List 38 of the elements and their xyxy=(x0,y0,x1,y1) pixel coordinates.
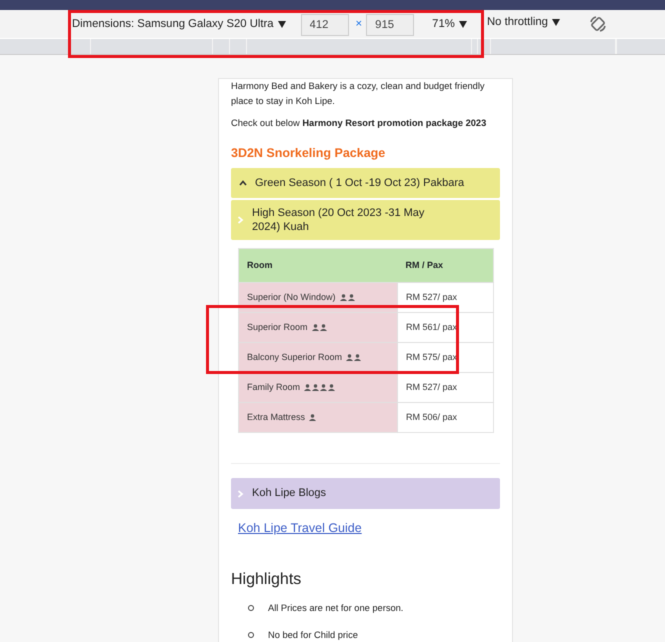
room-cell: Extra Mattress xyxy=(238,402,398,433)
caret-icon xyxy=(552,18,560,26)
price-cell: RM 575/ pax xyxy=(398,342,494,373)
column-header: RM / Pax xyxy=(398,248,494,283)
rotate-icon[interactable] xyxy=(589,15,607,33)
room-cell: Family Room xyxy=(238,372,398,403)
package-title: 3D2N Snorkeling Package xyxy=(231,145,386,162)
person-icon xyxy=(309,414,316,422)
chevron-right-icon xyxy=(236,216,244,224)
highlight-text: No bed for Child price xyxy=(268,628,358,642)
height-field[interactable]: 915 xyxy=(366,14,414,36)
room-cell: Superior Room xyxy=(238,312,398,343)
highlight-text: All Prices are net for one person. xyxy=(268,602,404,615)
zoom-dropdown[interactable]: 71% xyxy=(432,16,467,33)
price-cell: RM 561/ pax xyxy=(398,312,494,343)
section-heading: Highlights xyxy=(231,570,302,589)
width-field[interactable]: 412 xyxy=(300,14,349,36)
price-cell: RM 527/ pax xyxy=(398,372,494,403)
intro-paragraph: Harmony Bed and Bakery is a cozy, clean and budget friendly place to stay in Koh Lipe. xyxy=(231,80,486,108)
throttling-dropdown[interactable]: No throttling xyxy=(487,14,560,31)
price-cell: RM 527/ pax xyxy=(398,282,494,313)
chevron-right-icon xyxy=(236,490,244,498)
accordion-header[interactable]: Koh Lipe Blogs xyxy=(231,478,500,509)
caret-icon xyxy=(278,21,286,28)
price-cell: RM 506/ pax xyxy=(398,402,494,433)
promo-paragraph: Check out below Harmony Resort promotion package 2023 xyxy=(231,117,488,130)
room-cell: Superior (No Window) xyxy=(238,282,398,313)
room-cell: Balcony Superior Room xyxy=(238,342,398,373)
device-dropdown[interactable]: Dimensions: Samsung Galaxy S20 Ultra xyxy=(72,16,286,33)
accordion-header[interactable]: High Season (20 Oct 2023 -31 May 2024) Kuah xyxy=(231,200,500,240)
column-header: Room xyxy=(238,248,398,283)
travel-guide-link[interactable]: Koh Lipe Travel Guide xyxy=(238,518,362,538)
caret-icon xyxy=(458,21,467,28)
chevron-up-icon xyxy=(239,179,247,187)
bullet-icon xyxy=(248,632,254,638)
accordion-header[interactable]: Green Season ( 1 Oct -19 Oct 23) Pakbara xyxy=(231,168,500,198)
bullet-icon xyxy=(248,605,254,612)
times-sign: × xyxy=(356,17,362,32)
